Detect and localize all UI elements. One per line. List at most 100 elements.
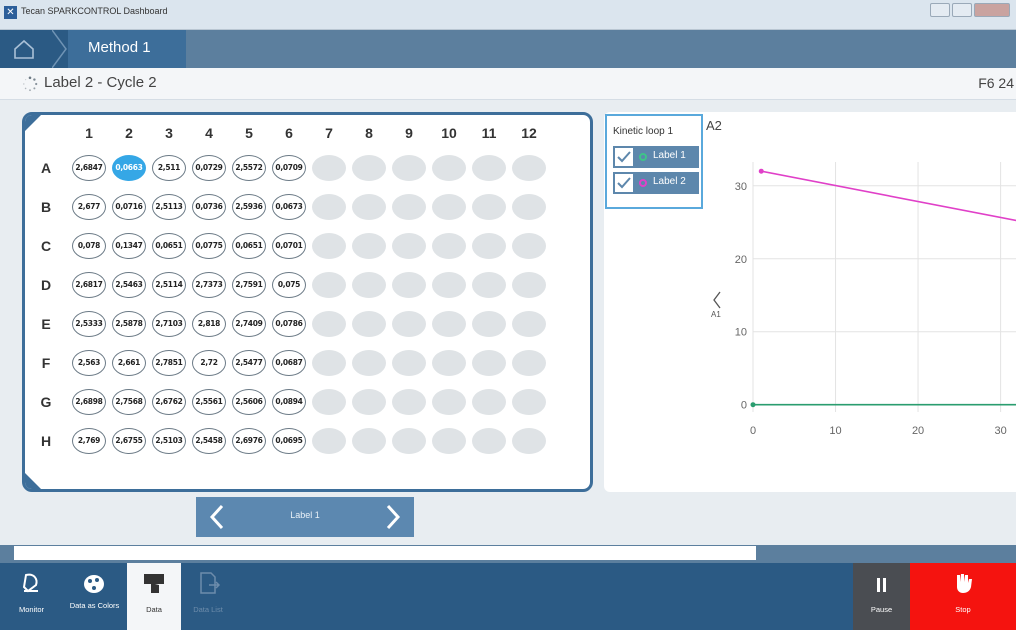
- column-header[interactable]: 4: [190, 125, 228, 141]
- chevron-right-icon[interactable]: [380, 503, 404, 531]
- plate-well-empty[interactable]: [312, 272, 346, 298]
- plate-well-empty[interactable]: [352, 233, 386, 259]
- plate-well[interactable]: 2,6755: [112, 428, 146, 454]
- close-button[interactable]: [974, 3, 1010, 17]
- plate-well[interactable]: 0,0651: [232, 233, 266, 259]
- plate-well[interactable]: 2,5458: [192, 428, 226, 454]
- column-header[interactable]: 7: [310, 125, 348, 141]
- plate-well-empty[interactable]: [312, 428, 346, 454]
- row-header[interactable]: F: [39, 355, 53, 371]
- data-button[interactable]: Data: [127, 563, 181, 630]
- monitor-button[interactable]: Monitor: [0, 563, 63, 630]
- plate-well-empty[interactable]: [392, 272, 426, 298]
- plate-well[interactable]: 2,5936: [232, 194, 266, 220]
- column-header[interactable]: 2: [110, 125, 148, 141]
- plate-well-empty[interactable]: [472, 428, 506, 454]
- plate-well-empty[interactable]: [392, 194, 426, 220]
- plate-well[interactable]: 0,0775: [192, 233, 226, 259]
- plate-well-empty[interactable]: [512, 194, 546, 220]
- plate-well-empty[interactable]: [312, 350, 346, 376]
- plate-well[interactable]: 2,5114: [152, 272, 186, 298]
- row-header[interactable]: D: [39, 277, 53, 293]
- plate-well-empty[interactable]: [432, 350, 466, 376]
- plate-well-empty[interactable]: [392, 350, 426, 376]
- plate-well-empty[interactable]: [472, 194, 506, 220]
- row-header[interactable]: C: [39, 238, 53, 254]
- plate-well[interactable]: 2,661: [112, 350, 146, 376]
- plate-well[interactable]: 2,5333: [72, 311, 106, 337]
- plate-well-empty[interactable]: [512, 389, 546, 415]
- plate-well-empty[interactable]: [312, 389, 346, 415]
- plate-well-empty[interactable]: [392, 233, 426, 259]
- plate-well[interactable]: 2,511: [152, 155, 186, 181]
- plate-well-empty[interactable]: [432, 428, 466, 454]
- plate-well[interactable]: 2,6847: [72, 155, 106, 181]
- plate-well[interactable]: 2,5113: [152, 194, 186, 220]
- plate-well-empty[interactable]: [352, 155, 386, 181]
- plate-well[interactable]: 0,0716: [112, 194, 146, 220]
- plate-well-empty[interactable]: [312, 155, 346, 181]
- plate-well[interactable]: 0,0786: [272, 311, 306, 337]
- column-header[interactable]: 12: [510, 125, 548, 141]
- plate-well[interactable]: 2,7103: [152, 311, 186, 337]
- plate-well-empty[interactable]: [392, 311, 426, 337]
- plate-well[interactable]: 0,0729: [192, 155, 226, 181]
- plate-well-empty[interactable]: [472, 272, 506, 298]
- legend-item-label-1[interactable]: Label 1: [613, 146, 699, 168]
- plate-well-empty[interactable]: [312, 233, 346, 259]
- plate-well[interactable]: 0,0736: [192, 194, 226, 220]
- plate-well-empty[interactable]: [512, 155, 546, 181]
- column-header[interactable]: 5: [230, 125, 268, 141]
- plate-well[interactable]: 0,0673: [272, 194, 306, 220]
- plate-well-empty[interactable]: [352, 311, 386, 337]
- plate-well-empty[interactable]: [432, 194, 466, 220]
- plate-well[interactable]: 0,0701: [272, 233, 306, 259]
- plate-well-empty[interactable]: [312, 194, 346, 220]
- plate-well[interactable]: 0,0894: [272, 389, 306, 415]
- plate-well[interactable]: 2,563: [72, 350, 106, 376]
- plate-well[interactable]: 0,0651: [152, 233, 186, 259]
- plate-well[interactable]: 0,0709: [272, 155, 306, 181]
- row-header[interactable]: H: [39, 433, 53, 449]
- stop-button[interactable]: Stop: [910, 563, 1016, 630]
- plate-well[interactable]: 2,7409: [232, 311, 266, 337]
- plate-well-empty[interactable]: [392, 155, 426, 181]
- checkbox-checked-icon[interactable]: [615, 174, 633, 192]
- plate-well[interactable]: 0,1347: [112, 233, 146, 259]
- maximize-button[interactable]: [952, 3, 972, 17]
- plate-well-empty[interactable]: [352, 350, 386, 376]
- plate-well-empty[interactable]: [432, 233, 466, 259]
- plate-well[interactable]: 2,6976: [232, 428, 266, 454]
- plate-well[interactable]: 2,7591: [232, 272, 266, 298]
- plate-well[interactable]: 0,078: [72, 233, 106, 259]
- plate-well-empty[interactable]: [512, 428, 546, 454]
- plate-well[interactable]: 2,769: [72, 428, 106, 454]
- plate-well[interactable]: 2,7373: [192, 272, 226, 298]
- plate-well-empty[interactable]: [392, 389, 426, 415]
- plate-well[interactable]: 2,7568: [112, 389, 146, 415]
- plate-well-empty[interactable]: [432, 272, 466, 298]
- plate-well[interactable]: 2,72: [192, 350, 226, 376]
- plate-well[interactable]: 2,5477: [232, 350, 266, 376]
- row-header[interactable]: B: [39, 199, 53, 215]
- plate-well-empty[interactable]: [472, 389, 506, 415]
- plate-well-empty[interactable]: [312, 311, 346, 337]
- minimize-button[interactable]: [930, 3, 950, 17]
- plate-well-empty[interactable]: [472, 311, 506, 337]
- plate-well[interactable]: 2,6898: [72, 389, 106, 415]
- column-header[interactable]: 1: [70, 125, 108, 141]
- plate-well[interactable]: 0,075: [272, 272, 306, 298]
- home-icon[interactable]: [10, 38, 38, 60]
- column-header[interactable]: 10: [430, 125, 468, 141]
- plate-well-empty[interactable]: [432, 155, 466, 181]
- plate-well[interactable]: 0,0663: [112, 155, 146, 181]
- plate-well-empty[interactable]: [352, 194, 386, 220]
- plate-well-empty[interactable]: [472, 350, 506, 376]
- column-header[interactable]: 8: [350, 125, 388, 141]
- plate-well-empty[interactable]: [472, 233, 506, 259]
- data-as-colors-button[interactable]: Data as Colors: [63, 563, 126, 630]
- plate-well-empty[interactable]: [512, 350, 546, 376]
- plate-well[interactable]: 2,5606: [232, 389, 266, 415]
- plate-well-empty[interactable]: [432, 389, 466, 415]
- plate-well[interactable]: 2,5103: [152, 428, 186, 454]
